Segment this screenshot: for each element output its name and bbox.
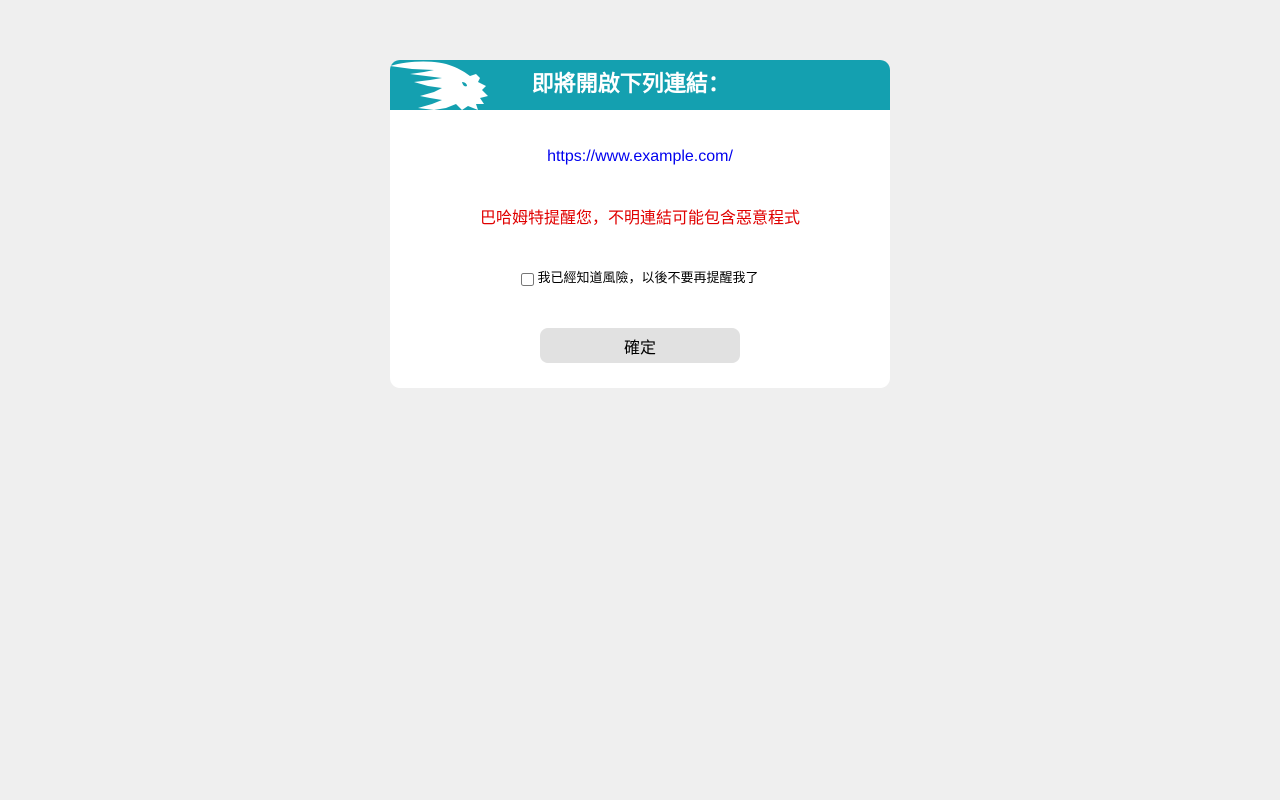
target-link[interactable]: https://www.example.com/ bbox=[390, 147, 890, 167]
remember-checkbox-label: 我已經知道風險，以後不要再提醒我了 bbox=[537, 271, 759, 286]
malware-warning-text: 巴哈姆特提醒您，不明連結可能包含惡意程式 bbox=[479, 208, 800, 227]
dialog-header: 即將開啟下列連結： bbox=[390, 60, 890, 110]
confirm-button[interactable]: 確定 bbox=[540, 328, 740, 363]
remember-choice[interactable]: 我已經知道風險，以後不要再提醒我了 bbox=[390, 270, 890, 288]
dragon-logo-icon bbox=[390, 60, 490, 110]
remember-checkbox[interactable] bbox=[521, 272, 535, 286]
dialog-title: 即將開啟下列連結： bbox=[532, 72, 731, 97]
link-warning-dialog: 即將開啟下列連結： https://www.example.com/ 巴哈姆特提… bbox=[390, 60, 890, 388]
